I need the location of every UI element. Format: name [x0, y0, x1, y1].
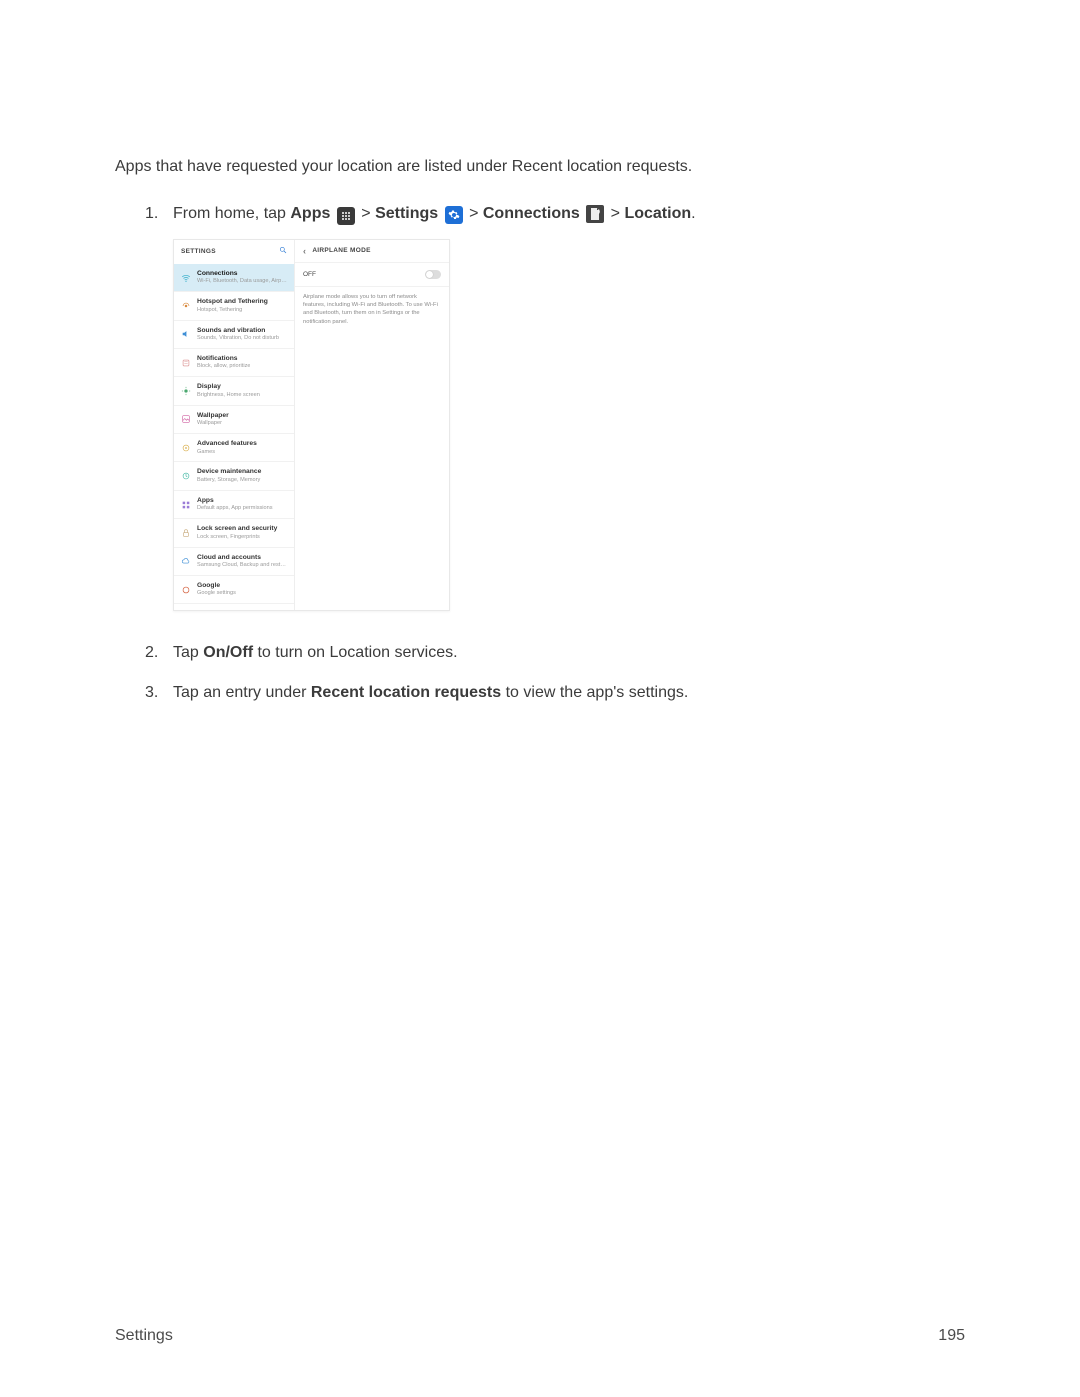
row-title: Hotspot and Tethering: [197, 298, 268, 306]
toggle-switch-icon: [425, 270, 441, 279]
shot-item-sounds: Sounds and vibrationSounds, Vibration, D…: [174, 320, 294, 348]
shot-right-title: AIRPLANE MODE: [312, 246, 370, 255]
row-title: Display: [197, 383, 260, 391]
shot-right-pane: ‹ AIRPLANE MODE OFF Airplane mode allows…: [295, 240, 449, 610]
back-chevron-icon: ‹: [303, 247, 306, 256]
shot-item-wallpaper: WallpaperWallpaper: [174, 405, 294, 433]
row-title: Advanced features: [197, 440, 257, 448]
step3-b: Recent location requests: [311, 684, 501, 701]
row-sub: Games: [197, 449, 257, 456]
step3-c: to view the app's settings.: [501, 684, 688, 701]
shot-off-label: OFF: [303, 270, 316, 279]
shot-item-cloud: Cloud and accountsSamsung Cloud, Backup …: [174, 547, 294, 575]
step1-connections: Connections: [483, 205, 580, 222]
step1-apps: Apps: [290, 205, 330, 222]
device-screenshot: SETTINGS ConnectionsWi-Fi, Bluetooth, Da…: [173, 239, 450, 611]
shot-left-header: SETTINGS: [174, 240, 294, 264]
display-icon: [181, 386, 191, 396]
step-1: From home, tap Apps > Settings > Connect…: [145, 202, 965, 641]
footer-left: Settings: [115, 1324, 173, 1347]
sounds-icon: [181, 329, 191, 339]
row-title: Connections: [197, 270, 287, 278]
step1-sep2: >: [465, 205, 483, 222]
shot-item-display: DisplayBrightness, Home screen: [174, 376, 294, 404]
shot-item-apps: AppsDefault apps, App permissions: [174, 490, 294, 518]
shot-right-header: ‹ AIRPLANE MODE: [295, 240, 449, 262]
intro-text: Apps that have requested your location a…: [115, 155, 965, 178]
step2-b: On/Off: [203, 644, 253, 661]
step-3: Tap an entry under Recent location reque…: [145, 681, 965, 720]
shot-item-maintenance: Device maintenanceBattery, Storage, Memo…: [174, 461, 294, 489]
row-title: Google: [197, 582, 236, 590]
shot-item-lock: Lock screen and securityLock screen, Fin…: [174, 518, 294, 546]
advanced-icon: [181, 443, 191, 453]
page-footer: Settings 195: [115, 1324, 965, 1347]
maintenance-icon: [181, 471, 191, 481]
step-list: From home, tap Apps > Settings > Connect…: [145, 202, 965, 720]
step1-sep1: >: [357, 205, 375, 222]
connections-icon: [181, 273, 191, 283]
step1-settings: Settings: [375, 205, 438, 222]
row-sub: Wi-Fi, Bluetooth, Data usage, Airplane m…: [197, 278, 287, 285]
step2-a: Tap: [173, 644, 203, 661]
row-sub: Lock screen, Fingerprints: [197, 534, 277, 541]
manual-page: Apps that have requested your location a…: [0, 0, 1080, 1397]
search-icon: [279, 246, 287, 258]
step1-location: Location: [624, 205, 691, 222]
row-title: Notifications: [197, 355, 250, 363]
row-sub: Hotspot, Tethering: [197, 307, 268, 314]
shot-item-notifications: NotificationsBlock, allow, prioritize: [174, 348, 294, 376]
row-sub: Sounds, Vibration, Do not disturb: [197, 335, 279, 342]
step3-a: Tap an entry under: [173, 684, 311, 701]
row-title: Device maintenance: [197, 468, 261, 476]
row-sub: Samsung Cloud, Backup and restore: [197, 562, 287, 569]
hotspot-icon: [181, 301, 191, 311]
row-sub: Battery, Storage, Memory: [197, 477, 261, 484]
step2-c: to turn on Location services.: [253, 644, 458, 661]
notifications-icon: [181, 358, 191, 368]
shot-item-connections: ConnectionsWi-Fi, Bluetooth, Data usage,…: [174, 264, 294, 291]
shot-desc: Airplane mode allows you to turn off net…: [295, 287, 449, 325]
settings-gear-icon: [445, 206, 463, 224]
shot-item-accessibility: AccessibilityVision, Hearing, Dexterity …: [174, 603, 294, 611]
shot-item-hotspot: Hotspot and TetheringHotspot, Tethering: [174, 291, 294, 319]
row-sub: Block, allow, prioritize: [197, 363, 250, 370]
row-sub: Google settings: [197, 590, 236, 597]
shot-item-advanced: Advanced featuresGames: [174, 433, 294, 461]
step1-period: .: [691, 205, 695, 222]
step-2: Tap On/Off to turn on Location services.: [145, 641, 965, 680]
row-title: Accessibility: [197, 610, 287, 611]
footer-page-number: 195: [938, 1324, 965, 1347]
lock-icon: [181, 528, 191, 538]
shot-item-google: GoogleGoogle settings: [174, 575, 294, 603]
apps-grid-icon: [337, 207, 355, 225]
row-title: Cloud and accounts: [197, 554, 287, 562]
step1-sep3: >: [606, 205, 624, 222]
row-sub: Default apps, App permissions: [197, 505, 273, 512]
google-icon: [181, 585, 191, 595]
row-sub: Brightness, Home screen: [197, 392, 260, 399]
row-title: Sounds and vibration: [197, 327, 279, 335]
shot-toggle-row: OFF: [295, 263, 449, 287]
step1-text-a: From home, tap: [173, 205, 290, 222]
shot-left-title: SETTINGS: [181, 247, 216, 256]
shot-left-pane: SETTINGS ConnectionsWi-Fi, Bluetooth, Da…: [174, 240, 295, 610]
row-title: Apps: [197, 497, 273, 505]
apps-icon: [181, 500, 191, 510]
row-title: Wallpaper: [197, 412, 229, 420]
wallpaper-icon: [181, 414, 191, 424]
row-title: Lock screen and security: [197, 525, 277, 533]
row-sub: Wallpaper: [197, 420, 229, 427]
cloud-icon: [181, 556, 191, 566]
connections-page-icon: [586, 205, 604, 223]
